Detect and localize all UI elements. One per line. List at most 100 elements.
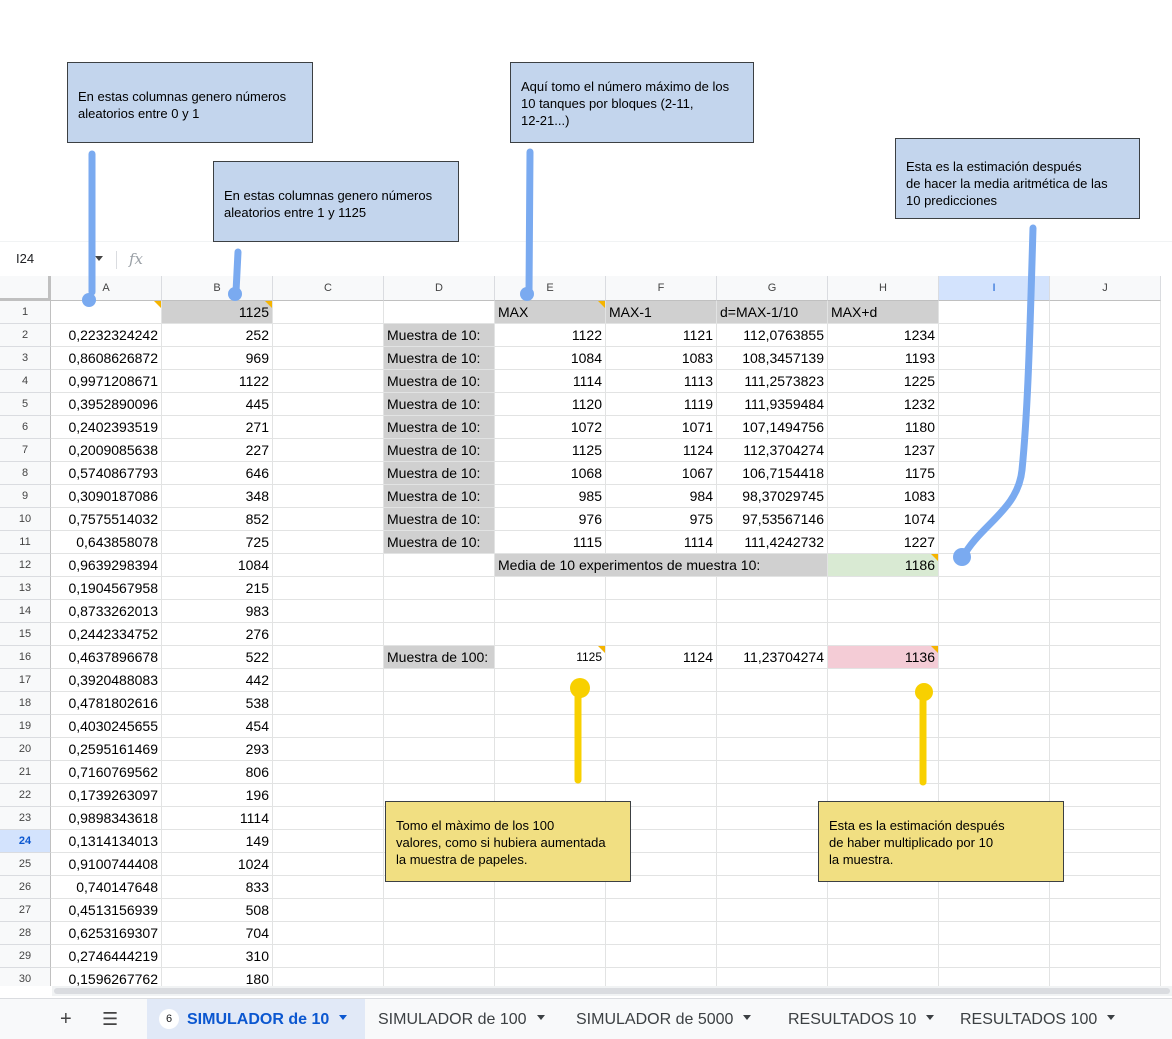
sheet-tab-5[interactable]: RESULTADOS 100: [948, 999, 1127, 1039]
sheet-tab-2[interactable]: SIMULADOR de 100: [366, 999, 557, 1039]
cell-f9[interactable]: 984: [606, 485, 717, 508]
row-header-4[interactable]: 4: [0, 370, 51, 393]
cell-a30[interactable]: 0,1596267762: [51, 968, 162, 986]
cell-a13[interactable]: 0,1904567958: [51, 577, 162, 600]
row-header-1[interactable]: 1: [0, 301, 51, 324]
cell-g25[interactable]: [717, 853, 828, 876]
cell-g29[interactable]: [717, 945, 828, 968]
cell-a10[interactable]: 0,7575514032: [51, 508, 162, 531]
cell-g18[interactable]: [717, 692, 828, 715]
cell-a14[interactable]: 0,8733262013: [51, 600, 162, 623]
cell-b7[interactable]: 227: [162, 439, 273, 462]
cell-d3[interactable]: Muestra de 10:: [384, 347, 495, 370]
column-header-e[interactable]: E: [495, 276, 606, 301]
cell-j1[interactable]: [1050, 301, 1161, 324]
cell-c21[interactable]: [273, 761, 384, 784]
name-box-dropdown-icon[interactable]: [95, 256, 103, 261]
cell-h11[interactable]: 1227: [828, 531, 939, 554]
cell-g30[interactable]: [717, 968, 828, 986]
cell-a8[interactable]: 0,5740867793: [51, 462, 162, 485]
cell-i14[interactable]: [939, 600, 1050, 623]
cell-g3[interactable]: 108,3457139: [717, 347, 828, 370]
cell-j13[interactable]: [1050, 577, 1161, 600]
cell-b5[interactable]: 445: [162, 393, 273, 416]
cell-i13[interactable]: [939, 577, 1050, 600]
cell-c24[interactable]: [273, 830, 384, 853]
cell-b12[interactable]: 1084: [162, 554, 273, 577]
cell-a1[interactable]: [51, 301, 162, 324]
cell-g23[interactable]: [717, 807, 828, 830]
cell-f30[interactable]: [606, 968, 717, 986]
cell-a25[interactable]: 0,9100744408: [51, 853, 162, 876]
cell-i21[interactable]: [939, 761, 1050, 784]
row-header-24[interactable]: 24: [0, 830, 51, 853]
scrollbar-thumb[interactable]: [54, 988, 1170, 994]
cell-j23[interactable]: [1050, 807, 1161, 830]
cell-h7[interactable]: 1237: [828, 439, 939, 462]
cell-f14[interactable]: [606, 600, 717, 623]
cell-a17[interactable]: 0,3920488083: [51, 669, 162, 692]
cell-e17[interactable]: [495, 669, 606, 692]
cell-f4[interactable]: 1113: [606, 370, 717, 393]
cell-b9[interactable]: 348: [162, 485, 273, 508]
cell-i7[interactable]: [939, 439, 1050, 462]
cell-h20[interactable]: [828, 738, 939, 761]
cell-i30[interactable]: [939, 968, 1050, 986]
cell-d8[interactable]: Muestra de 10:: [384, 462, 495, 485]
cell-f6[interactable]: 1071: [606, 416, 717, 439]
cell-i4[interactable]: [939, 370, 1050, 393]
cell-f27[interactable]: [606, 899, 717, 922]
column-header-h[interactable]: H: [828, 276, 939, 301]
cell-i11[interactable]: [939, 531, 1050, 554]
row-header-22[interactable]: 22: [0, 784, 51, 807]
cell-f19[interactable]: [606, 715, 717, 738]
cell-a3[interactable]: 0,8608626872: [51, 347, 162, 370]
cell-g24[interactable]: [717, 830, 828, 853]
cell-h6[interactable]: 1180: [828, 416, 939, 439]
cell-d28[interactable]: [384, 922, 495, 945]
cell-h10[interactable]: 1074: [828, 508, 939, 531]
cell-b6[interactable]: 271: [162, 416, 273, 439]
cell-c28[interactable]: [273, 922, 384, 945]
cell-g6[interactable]: 107,1494756: [717, 416, 828, 439]
cell-a26[interactable]: 0,740147648: [51, 876, 162, 899]
cell-h2[interactable]: 1234: [828, 324, 939, 347]
cell-g8[interactable]: 106,7154418: [717, 462, 828, 485]
cell-i9[interactable]: [939, 485, 1050, 508]
cell-h15[interactable]: [828, 623, 939, 646]
cell-j24[interactable]: [1050, 830, 1161, 853]
cell-a4[interactable]: 0,9971208671: [51, 370, 162, 393]
cell-f8[interactable]: 1067: [606, 462, 717, 485]
cell-h29[interactable]: [828, 945, 939, 968]
cell-a9[interactable]: 0,3090187086: [51, 485, 162, 508]
cell-e13[interactable]: [495, 577, 606, 600]
cell-c10[interactable]: [273, 508, 384, 531]
cell-c14[interactable]: [273, 600, 384, 623]
row-header-28[interactable]: 28: [0, 922, 51, 945]
cell-e10[interactable]: 976: [495, 508, 606, 531]
cell-i8[interactable]: [939, 462, 1050, 485]
cell-e14[interactable]: [495, 600, 606, 623]
cell-g16[interactable]: 11,23704274: [717, 646, 828, 669]
cell-f2[interactable]: 1121: [606, 324, 717, 347]
cell-c3[interactable]: [273, 347, 384, 370]
cell-j18[interactable]: [1050, 692, 1161, 715]
cell-j7[interactable]: [1050, 439, 1161, 462]
cell-g7[interactable]: 112,3704274: [717, 439, 828, 462]
cell-c22[interactable]: [273, 784, 384, 807]
row-header-3[interactable]: 3: [0, 347, 51, 370]
cell-c27[interactable]: [273, 899, 384, 922]
cell-g2[interactable]: 112,0763855: [717, 324, 828, 347]
cell-d10[interactable]: Muestra de 10:: [384, 508, 495, 531]
cell-b14[interactable]: 983: [162, 600, 273, 623]
plus-icon[interactable]: +: [60, 1009, 72, 1029]
cell-c1[interactable]: [273, 301, 384, 324]
cell-j9[interactable]: [1050, 485, 1161, 508]
cell-d27[interactable]: [384, 899, 495, 922]
horizontal-scrollbar[interactable]: [52, 986, 1172, 996]
cell-d30[interactable]: [384, 968, 495, 986]
cell-b22[interactable]: 196: [162, 784, 273, 807]
cell-i17[interactable]: [939, 669, 1050, 692]
cell-c4[interactable]: [273, 370, 384, 393]
cell-f16[interactable]: 1124: [606, 646, 717, 669]
